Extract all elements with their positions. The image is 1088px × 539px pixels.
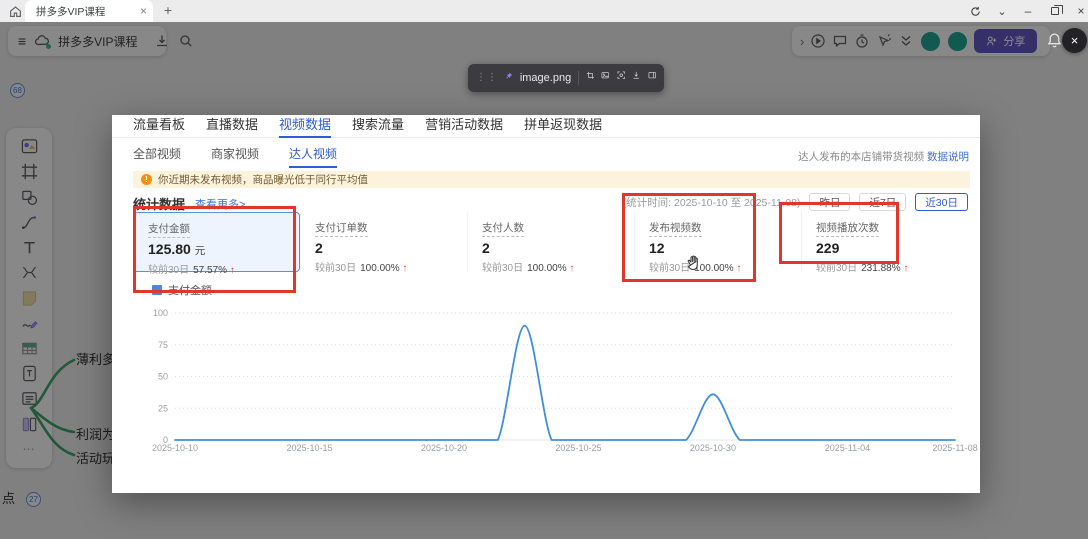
drag-handle[interactable]: ⋮⋮	[476, 73, 498, 83]
svg-text:2025-10-25: 2025-10-25	[555, 443, 601, 453]
svg-text:2025-10-20: 2025-10-20	[421, 443, 467, 453]
info-line: 达人发布的本店铺带货视频 数据说明	[798, 149, 969, 164]
tab-traffic-board[interactable]: 流量看板	[133, 115, 185, 138]
tab-group-rebate-data[interactable]: 拼单返现数据	[524, 115, 602, 138]
toolbar-divider	[578, 71, 579, 85]
svg-text:25: 25	[158, 403, 168, 413]
window-close-button[interactable]: ×	[1072, 2, 1088, 20]
svg-text:2025-11-04: 2025-11-04	[825, 443, 870, 453]
notice-banner: ! 你近期未发布视频，商品曝光低于同行平均值	[133, 171, 970, 188]
svg-text:50: 50	[158, 372, 168, 382]
browser-tab[interactable]: 拼多多VIP课程 ×	[25, 0, 153, 22]
stat-value: 2	[315, 240, 323, 256]
up-arrow-icon: ↑	[903, 263, 908, 274]
svg-text:2025-10-15: 2025-10-15	[286, 443, 332, 453]
hand-cursor-icon	[684, 253, 704, 273]
subtab-merchant-videos[interactable]: 商家视频	[211, 143, 259, 168]
close-preview-button[interactable]: ×	[1062, 28, 1087, 53]
replace-image-icon[interactable]	[601, 71, 609, 85]
home-icon[interactable]	[9, 5, 22, 18]
window-refresh-icon[interactable]	[966, 2, 984, 20]
stat-percent: 100.00%	[360, 263, 399, 274]
annotation-rect	[133, 206, 296, 293]
svg-text:75: 75	[158, 340, 168, 350]
tab-live-data[interactable]: 直播数据	[206, 115, 258, 138]
range-button-30d[interactable]: 近30日	[915, 193, 968, 211]
browser-tab-bar: 拼多多VIP课程 × + ⌄ – ×	[0, 0, 1088, 22]
dashboard-preview-image[interactable]: 流量看板 直播数据 视频数据 搜索流量 营销活动数据 拼单返现数据 全部视频 商…	[112, 115, 980, 493]
stat-value: 2	[482, 240, 490, 256]
dashboard-tabs: 流量看板 直播数据 视频数据 搜索流量 营销活动数据 拼单返现数据	[112, 115, 980, 138]
stat-compare-label: 较前30日	[816, 263, 857, 274]
browser-tab-title: 拼多多VIP课程	[36, 4, 140, 19]
whiteboard-stage: ≡ 拼多多VIP课程 ›	[0, 22, 1088, 539]
stat-card-order-count[interactable]: 支付订单数 2 较前30日 100.00% ↑	[300, 212, 467, 272]
up-arrow-icon: ↑	[569, 263, 574, 274]
tab-search-traffic[interactable]: 搜索流量	[352, 115, 404, 138]
open-panel-icon[interactable]	[648, 71, 656, 85]
window-menu-chevron-icon[interactable]: ⌄	[993, 2, 1011, 20]
window-minimize-button[interactable]: –	[1019, 2, 1037, 20]
window-restore-button[interactable]	[1046, 2, 1064, 20]
annotation-rect	[779, 202, 899, 264]
svg-text:100: 100	[153, 308, 168, 318]
stat-compare-label: 较前30日	[315, 263, 356, 274]
stat-compare-label: 较前30日	[482, 263, 523, 274]
crop-frame-icon[interactable]	[586, 71, 594, 85]
stat-label: 支付订单数	[315, 220, 368, 237]
image-float-toolbar: ⋮⋮ image.png	[468, 64, 664, 92]
stat-label: 支付人数	[482, 220, 524, 237]
subtab-all-videos[interactable]: 全部视频	[133, 143, 181, 168]
image-filename: image.png	[520, 72, 571, 84]
data-explain-link[interactable]: 数据说明	[927, 151, 969, 163]
payment-line-chart: 02550751002025-10-102025-10-152025-10-20…	[140, 301, 960, 455]
tab-marketing-data[interactable]: 营销活动数据	[425, 115, 503, 138]
up-arrow-icon: ↑	[402, 263, 407, 274]
new-tab-button[interactable]: +	[160, 3, 176, 19]
svg-text:2025-10-30: 2025-10-30	[690, 443, 736, 453]
stat-card-payer-count[interactable]: 支付人数 2 较前30日 100.00% ↑	[467, 212, 634, 272]
stat-percent: 231.88%	[861, 263, 900, 274]
download-image-icon[interactable]	[632, 71, 640, 85]
svg-text:2025-10-10: 2025-10-10	[152, 443, 198, 453]
pin-icon[interactable]	[505, 72, 513, 85]
subtab-creator-videos[interactable]: 达人视频	[289, 143, 337, 168]
notice-text: 你近期未发布视频，商品曝光低于同行平均值	[158, 172, 368, 187]
tab-close-icon[interactable]: ×	[140, 5, 147, 17]
notification-bell-icon[interactable]	[1046, 32, 1063, 49]
svg-text:2025-11-08: 2025-11-08	[932, 443, 977, 453]
info-text: 达人发布的本店铺带货视频	[798, 151, 924, 163]
zoom-to-fit-icon[interactable]	[617, 71, 625, 85]
stat-percent: 100.00%	[527, 263, 566, 274]
warning-icon: !	[141, 174, 152, 185]
tab-video-data[interactable]: 视频数据	[279, 115, 331, 138]
